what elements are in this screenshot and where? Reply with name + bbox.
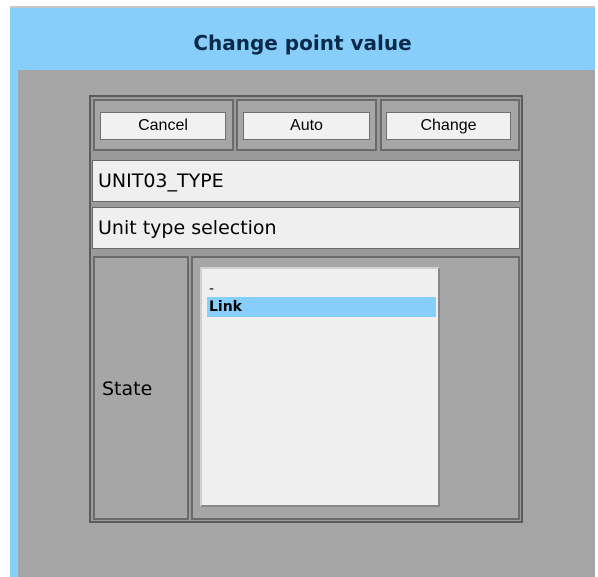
state-option-dash[interactable]: - <box>207 279 436 299</box>
state-option-link[interactable]: Link <box>207 297 436 317</box>
state-label: State <box>102 378 153 400</box>
point-name-field: UNIT03_TYPE <box>92 160 520 202</box>
dialog-titlebar: Change point value <box>10 6 595 70</box>
dialog-title: Change point value <box>193 31 412 55</box>
auto-button[interactable]: Auto <box>243 112 370 140</box>
cancel-button[interactable]: Cancel <box>100 112 226 140</box>
change-button[interactable]: Change <box>386 112 511 140</box>
state-listbox[interactable]: - Link <box>200 267 440 507</box>
point-description-field: Unit type selection <box>92 207 520 249</box>
